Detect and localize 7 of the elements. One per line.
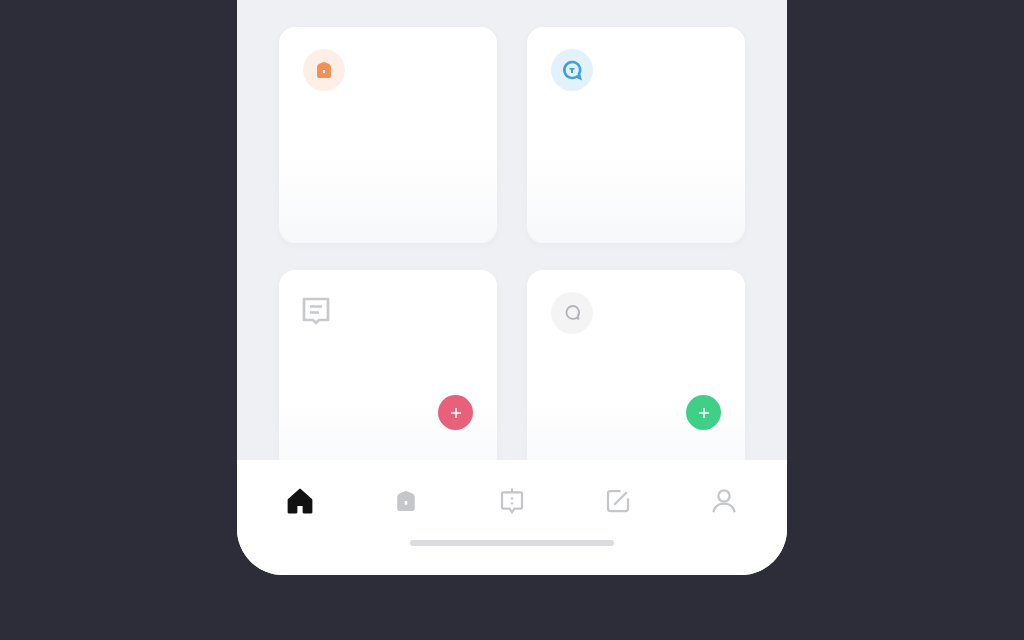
add-button[interactable]	[438, 395, 473, 430]
plus-icon	[697, 406, 710, 419]
card[interactable]	[527, 270, 745, 460]
home-icon	[285, 486, 315, 516]
plus-icon	[449, 406, 462, 419]
add-button[interactable]	[686, 395, 721, 430]
card[interactable]	[279, 270, 497, 460]
